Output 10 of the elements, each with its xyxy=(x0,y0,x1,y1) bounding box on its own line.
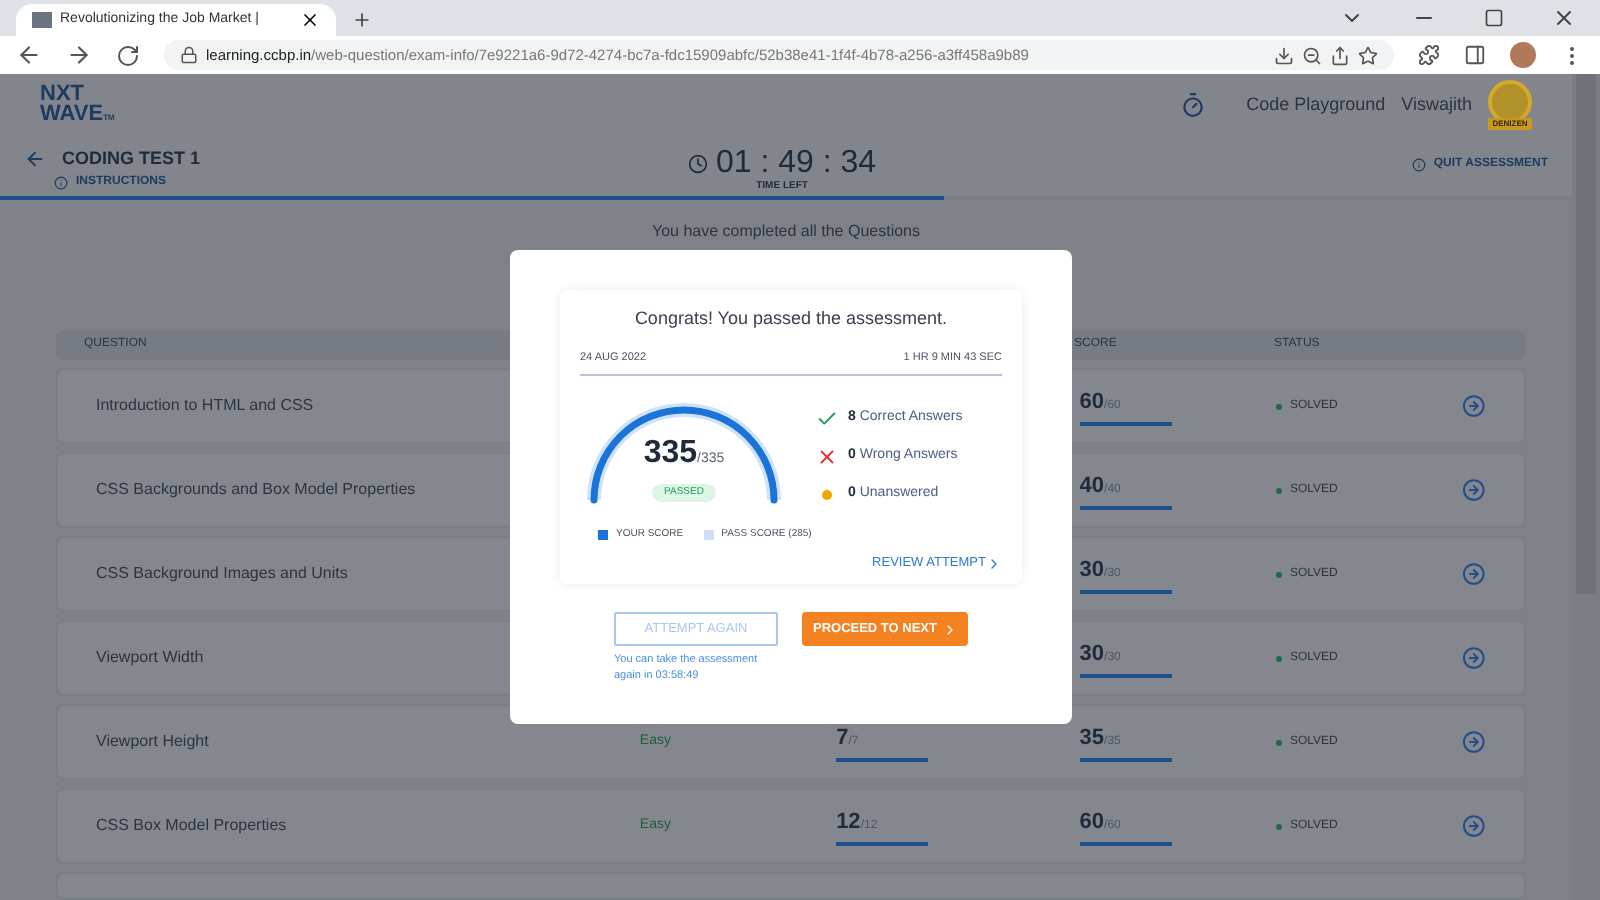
test-title: CODING TEST 1 xyxy=(62,146,201,172)
question-title: Introduction to HTML and CSS xyxy=(96,394,314,418)
question-title: CSS Background Images and Units xyxy=(96,562,348,586)
question-title: Viewport Height xyxy=(96,730,209,754)
question-title: CSS Backgrounds and Box Model Properties xyxy=(96,478,416,502)
question-title: CSS Box Model Properties xyxy=(96,814,287,838)
question-title: Viewport Width xyxy=(96,646,204,670)
completed-message: You have completed all the Questions xyxy=(651,220,920,244)
dialog-title: Congrats! You passed the assessment. xyxy=(632,306,950,332)
timer: 01 : 49 : 34 xyxy=(716,146,877,180)
